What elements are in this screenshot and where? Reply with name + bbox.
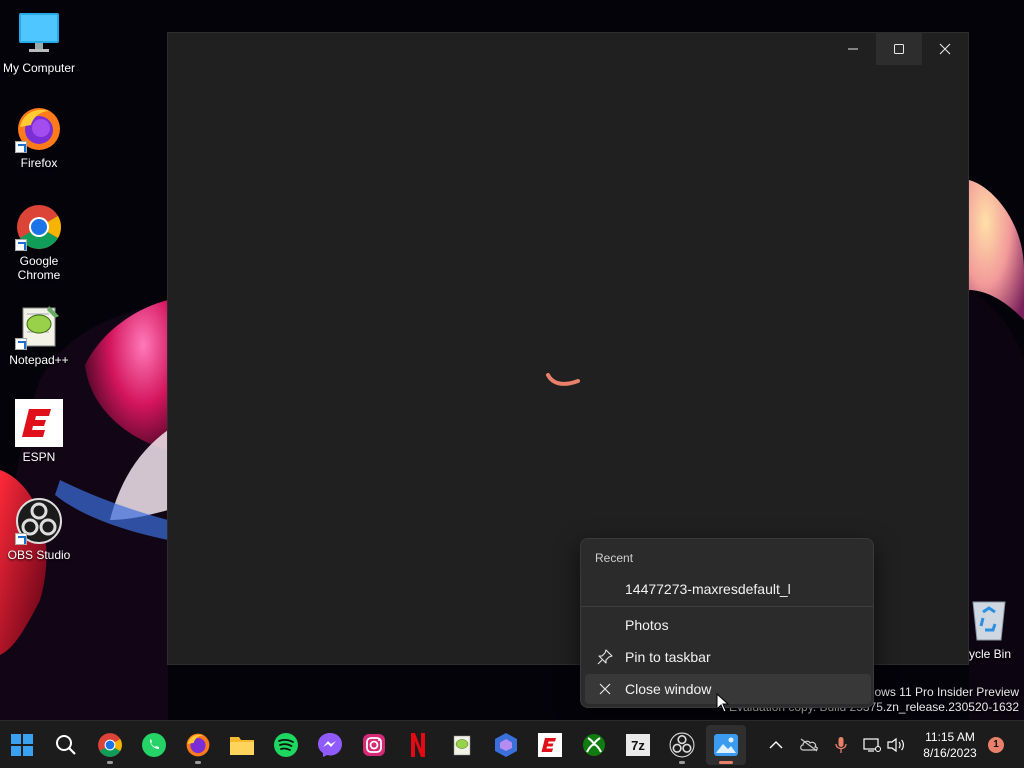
search-button[interactable]	[46, 725, 86, 765]
taskbar-app-file-explorer[interactable]	[222, 725, 262, 765]
taskbar-app-obs[interactable]	[662, 725, 702, 765]
taskbar-app-chrome[interactable]	[90, 725, 130, 765]
folder-icon	[230, 737, 254, 755]
minimize-icon	[848, 48, 858, 50]
desktop-icon-espn[interactable]: ESPN	[0, 399, 78, 464]
recycle-bin-label: ycle Bin	[969, 647, 1012, 661]
taskbar-clock[interactable]: 11:15 AM 8/16/2023	[916, 729, 984, 761]
window-controls	[830, 33, 968, 65]
firefox-icon	[186, 733, 210, 757]
taskbar-app-messenger[interactable]	[310, 725, 350, 765]
taskbar-app-whatsapp[interactable]	[134, 725, 174, 765]
running-indicator	[195, 761, 201, 764]
microphone-icon	[835, 737, 847, 753]
instagram-icon	[363, 734, 385, 756]
taskbar-app-espn[interactable]	[530, 725, 570, 765]
taskbar-jump-list: Recent 14477273-maxresdefault_l Photos P…	[580, 538, 874, 708]
shortcut-arrow-icon	[15, 338, 27, 350]
taskbar-app-xbox[interactable]	[574, 725, 614, 765]
running-indicator	[679, 761, 685, 764]
monitor-icon	[15, 10, 63, 58]
chrome-icon	[15, 203, 63, 251]
7zip-icon: 7z	[626, 734, 650, 756]
copilot-icon	[495, 733, 517, 757]
desktop-icon-obs-studio[interactable]: OBS Studio	[0, 497, 78, 562]
desktop-icon-label: Notepad++	[9, 353, 69, 367]
desktop-icon-label: Google Chrome	[17, 254, 61, 282]
desktop-icon-label: My Computer	[2, 61, 76, 75]
obs-icon	[15, 497, 63, 545]
network-icon	[863, 738, 881, 752]
shortcut-arrow-icon	[15, 239, 27, 251]
xbox-icon	[583, 734, 605, 756]
running-indicator	[107, 761, 113, 764]
firefox-icon	[15, 105, 63, 153]
espn-icon	[15, 399, 63, 447]
close-button[interactable]	[922, 33, 968, 65]
maximize-icon	[894, 44, 904, 54]
close-icon	[939, 43, 951, 55]
loading-spinner	[542, 369, 586, 398]
maximize-button[interactable]	[876, 33, 922, 65]
7zip-label: 7z	[631, 738, 645, 753]
taskbar-app-photos[interactable]	[706, 725, 746, 765]
jump-list-recent-item[interactable]: 14477273-maxresdefault_l	[585, 574, 871, 604]
desktop-icon-my-computer[interactable]: My Computer	[0, 10, 78, 75]
whatsapp-icon	[142, 733, 166, 757]
desktop-icon-google-chrome[interactable]: Google Chrome	[0, 203, 78, 282]
photos-icon	[714, 734, 738, 756]
taskbar-app-copilot[interactable]	[486, 725, 526, 765]
taskbar-app-spotify[interactable]	[266, 725, 306, 765]
desktop-icon-notepadpp[interactable]: Notepad++	[0, 302, 78, 367]
taskbar-app-notepadpp[interactable]	[442, 725, 482, 765]
network-tray-button[interactable]	[862, 735, 882, 755]
volume-tray-button[interactable]	[886, 735, 906, 755]
netflix-icon	[411, 733, 425, 757]
running-indicator	[719, 761, 733, 764]
desktop-icon-label: Firefox	[20, 156, 58, 170]
clock-time: 11:15 AM	[925, 730, 975, 744]
onedrive-tray-button[interactable]	[799, 735, 819, 755]
jump-list-pin-to-taskbar[interactable]: Pin to taskbar	[585, 642, 871, 672]
taskbar-app-netflix[interactable]	[398, 725, 438, 765]
clock-date: 8/16/2023	[923, 746, 977, 760]
chevron-up-icon	[769, 741, 783, 749]
jump-list-divider	[581, 606, 873, 607]
mouse-cursor-icon	[716, 692, 730, 718]
spotify-icon	[274, 733, 298, 757]
windows-icon	[11, 734, 33, 756]
shortcut-arrow-icon	[15, 533, 27, 545]
minimize-button[interactable]	[830, 33, 876, 65]
show-hidden-icons-button[interactable]	[766, 735, 786, 755]
chrome-icon	[98, 733, 122, 757]
notification-badge[interactable]: 1	[988, 737, 1004, 753]
notepadpp-icon	[453, 735, 471, 756]
microphone-tray-button[interactable]	[831, 735, 851, 755]
taskbar-app-7zip[interactable]: 7z	[618, 725, 658, 765]
start-button[interactable]	[2, 725, 42, 765]
taskbar-app-instagram[interactable]	[354, 725, 394, 765]
cloud-offline-icon	[800, 738, 818, 752]
search-icon	[56, 735, 76, 755]
shortcut-arrow-icon	[15, 141, 27, 153]
notepadpp-icon	[15, 302, 63, 350]
messenger-icon	[318, 733, 342, 757]
jump-list-recent-heading: Recent	[595, 551, 634, 565]
recycle-bin-icon	[972, 601, 1006, 641]
obs-icon	[669, 732, 695, 758]
pin-icon	[597, 649, 613, 665]
close-icon	[599, 683, 611, 695]
volume-icon	[887, 737, 904, 753]
desktop-icon-firefox[interactable]: Firefox	[0, 105, 78, 170]
desktop-icon-label: OBS Studio	[7, 548, 71, 562]
jump-list-app-photos[interactable]: Photos	[585, 610, 871, 640]
taskbar-app-firefox[interactable]	[178, 725, 218, 765]
espn-icon	[538, 733, 562, 757]
desktop-icon-label: ESPN	[22, 450, 56, 464]
taskbar: 7z 11:15 AM 8/16/2023 1	[0, 720, 1024, 768]
